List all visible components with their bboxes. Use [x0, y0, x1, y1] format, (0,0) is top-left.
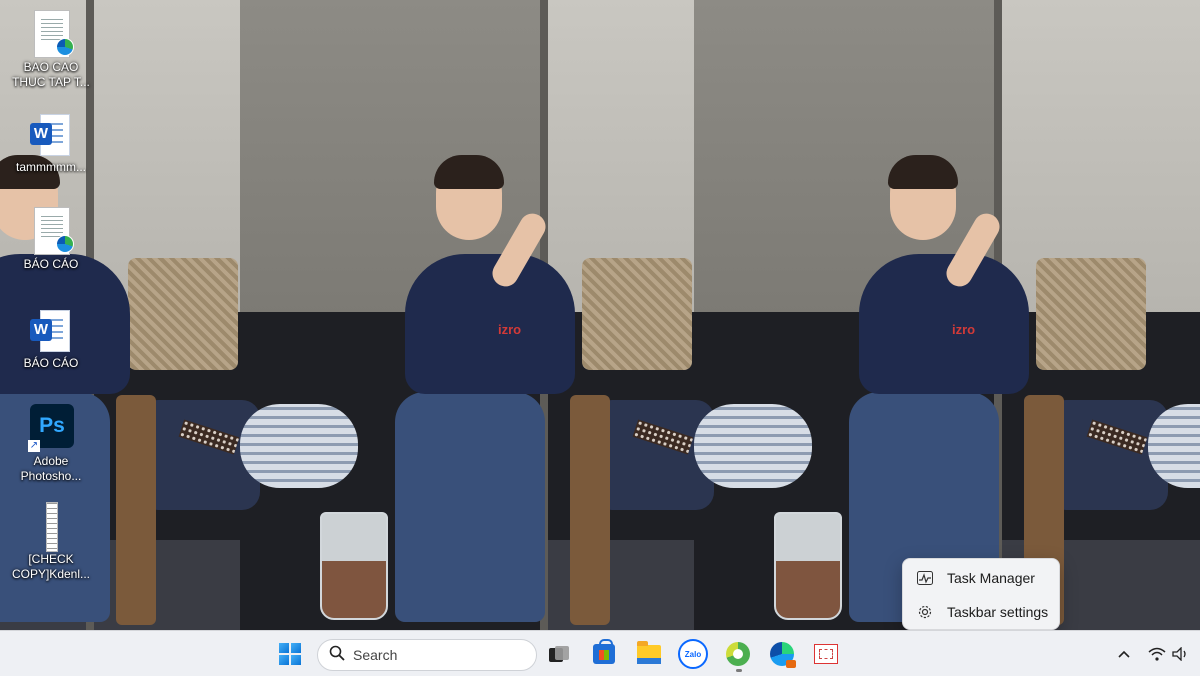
edge-icon	[770, 642, 796, 668]
desktop-icon-label: tammmmm...	[16, 160, 86, 174]
search-label: Search	[353, 647, 398, 663]
chevron-up-icon	[1118, 650, 1130, 658]
word-document-icon: W	[28, 306, 74, 352]
edge-document-icon	[28, 10, 74, 58]
snipping-tool-icon	[814, 644, 838, 664]
taskbar: Search Zalo	[0, 630, 1200, 676]
menu-item-task-manager[interactable]: Task Manager	[907, 562, 1055, 594]
zalo-button[interactable]: Zalo	[675, 636, 711, 672]
edge-button[interactable]	[764, 636, 800, 672]
snipping-tool-button[interactable]	[808, 636, 844, 672]
person-shirt	[405, 254, 575, 394]
wicker-basket	[1036, 258, 1146, 370]
network-button[interactable]	[1148, 639, 1166, 669]
file-explorer-button[interactable]	[631, 636, 667, 672]
photoshop-icon: Ps ↗	[28, 404, 74, 452]
desktop-icon-bao-cao-thuc-tap[interactable]: BAO CAO THUC TAP T...	[10, 10, 92, 90]
word-document-icon: W	[28, 110, 74, 156]
menu-item-taskbar-settings[interactable]: Taskbar settings	[907, 596, 1055, 628]
start-button[interactable]	[272, 636, 308, 672]
task-view-icon	[549, 646, 569, 662]
person-hair	[434, 155, 504, 189]
edge-document-icon	[28, 207, 74, 255]
person-legs	[395, 392, 545, 622]
desktop-icon-label: BÁO CÁO	[23, 356, 79, 370]
microsoft-store-icon	[593, 639, 615, 664]
volume-button[interactable]	[1172, 639, 1190, 669]
armrest	[116, 395, 156, 625]
wicker-basket	[582, 258, 692, 370]
speaker-icon	[1172, 647, 1186, 661]
folder-icon	[637, 640, 661, 664]
person-hair	[888, 155, 958, 189]
desktop-icon-label: Adobe Photosho...	[20, 454, 82, 483]
armrest	[570, 395, 610, 625]
edge-icon	[56, 235, 74, 253]
leaf-app-icon	[726, 642, 750, 666]
menu-item-label: Taskbar settings	[947, 604, 1049, 620]
text-file-icon	[28, 502, 74, 552]
shirt-logo: izro	[952, 322, 976, 337]
task-view-button[interactable]	[541, 636, 577, 672]
app-button-leaf[interactable]	[720, 636, 756, 672]
person-shirt	[859, 254, 1029, 394]
desktop-icon-bao-cao-pdf[interactable]: BÁO CÁO	[10, 207, 92, 272]
windows-logo-icon	[279, 643, 301, 665]
desktop-icon-check-copy[interactable]: [CHECK COPY]Kdenl...	[10, 502, 92, 582]
taskbar-search[interactable]: Search	[317, 639, 537, 671]
desktop-icon-tammmmm[interactable]: W tammmmm...	[10, 110, 92, 175]
desktop-icons: BAO CAO THUC TAP T... W tammmmm... BÁO C…	[0, 0, 100, 600]
desktop-icon-label: BAO CAO THUC TAP T...	[12, 60, 90, 89]
desktop-icon-label: BÁO CÁO	[23, 257, 79, 271]
shirt-logo: izro	[498, 322, 522, 337]
desktop-icon-bao-cao-word[interactable]: W BÁO CÁO	[10, 306, 92, 371]
task-manager-icon	[916, 569, 934, 587]
gear-icon	[916, 603, 934, 621]
striped-pillow	[240, 404, 358, 488]
microsoft-store-button[interactable]	[586, 636, 622, 672]
show-hidden-icons-button[interactable]	[1117, 639, 1131, 669]
taskbar-context-menu: Task Manager Taskbar settings	[902, 558, 1060, 630]
wicker-basket	[128, 258, 238, 370]
desktop-icon-label: [CHECK COPY]Kdenl...	[11, 552, 91, 581]
edge-icon	[56, 38, 74, 56]
running-indicator	[736, 669, 742, 672]
wifi-icon	[1148, 647, 1166, 661]
menu-item-label: Task Manager	[947, 570, 1035, 586]
zalo-icon: Zalo	[678, 639, 708, 669]
striped-pillow	[694, 404, 812, 488]
shortcut-arrow-icon: ↗	[28, 440, 40, 452]
desktop-icon-adobe-photoshop[interactable]: Ps ↗ Adobe Photosho...	[10, 404, 92, 484]
iced-tea-glass	[774, 512, 842, 620]
iced-tea-glass	[320, 512, 388, 620]
desktop-wallpaper: izro izro	[0, 0, 1200, 630]
search-icon	[329, 645, 345, 666]
